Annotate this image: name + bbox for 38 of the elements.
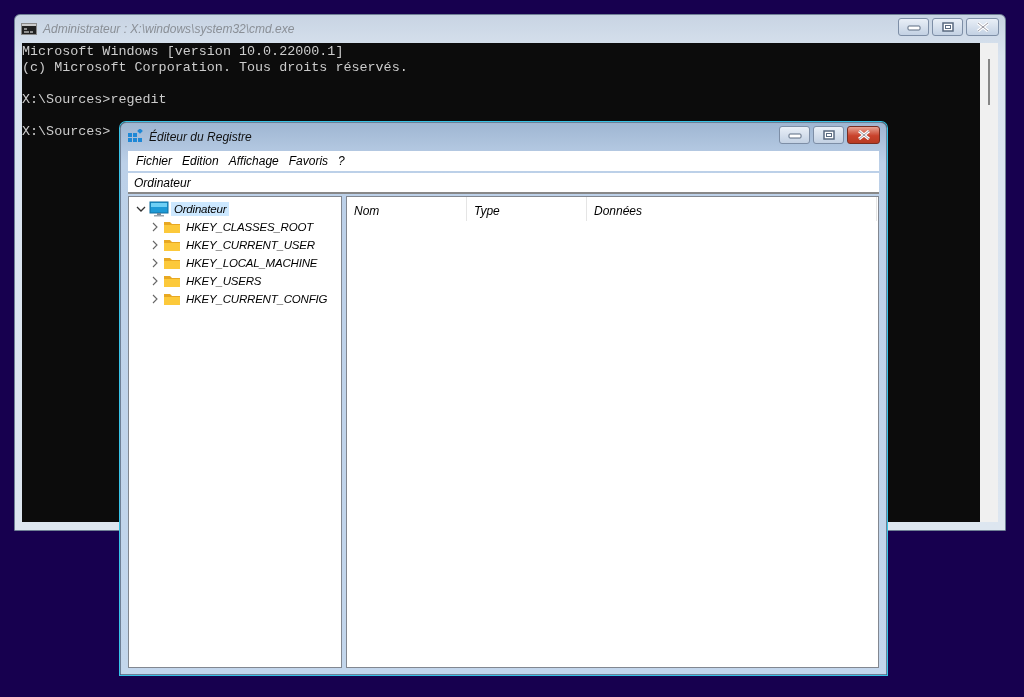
minimize-button[interactable] bbox=[779, 126, 810, 144]
menu-item[interactable]: Edition bbox=[177, 154, 224, 168]
tree-item[interactable]: Ordinateur bbox=[171, 202, 230, 216]
address-bar[interactable]: Ordinateur bbox=[128, 173, 879, 194]
window-title: Éditeur du Registre bbox=[149, 130, 253, 144]
close-icon bbox=[856, 130, 871, 140]
scrollbar[interactable] bbox=[980, 43, 998, 522]
folder-icon bbox=[163, 292, 181, 306]
close-button[interactable] bbox=[847, 126, 880, 144]
maximize-button[interactable] bbox=[932, 18, 963, 36]
close-icon bbox=[975, 22, 990, 32]
tree-item[interactable]: HKEY_LOCAL_MACHINE bbox=[183, 256, 321, 270]
console-icon bbox=[21, 23, 37, 35]
console-line: (c) Microsoft Corporation. Tous droits réservés. bbox=[22, 60, 408, 75]
console-line: X:\Sources>regedit bbox=[22, 92, 167, 107]
minimize-icon bbox=[787, 131, 802, 139]
registry-icon bbox=[127, 129, 143, 145]
folder-icon bbox=[163, 256, 181, 270]
maximize-icon bbox=[941, 22, 954, 32]
folder-icon bbox=[163, 238, 181, 252]
console-line: X:\Sources> bbox=[22, 124, 111, 139]
minimize-icon bbox=[906, 23, 921, 31]
folder-icon bbox=[163, 274, 181, 288]
tree-item[interactable]: HKEY_CLASSES_ROOT bbox=[183, 220, 316, 234]
menu-item[interactable]: Favoris bbox=[283, 154, 334, 168]
folder-icon bbox=[163, 220, 181, 234]
maximize-button[interactable] bbox=[813, 126, 844, 144]
console-line: Microsoft Windows [version 10.0.22000.1] bbox=[22, 44, 344, 59]
menu-item[interactable]: Fichier bbox=[131, 154, 177, 168]
monitor-icon bbox=[149, 201, 169, 217]
window-title: Administrateur : X:\windows\system32\cmd.exe bbox=[43, 22, 296, 36]
tree-item[interactable]: HKEY_USERS bbox=[183, 274, 265, 288]
menu-item[interactable]: Affichage bbox=[223, 154, 284, 168]
menu-item[interactable]: ? bbox=[333, 154, 350, 168]
minimize-button[interactable] bbox=[898, 18, 929, 36]
tree-item[interactable]: HKEY_CURRENT_CONFIG bbox=[183, 292, 331, 306]
tree-item[interactable]: HKEY_CURRENT_USER bbox=[183, 238, 318, 252]
maximize-icon bbox=[822, 130, 835, 140]
